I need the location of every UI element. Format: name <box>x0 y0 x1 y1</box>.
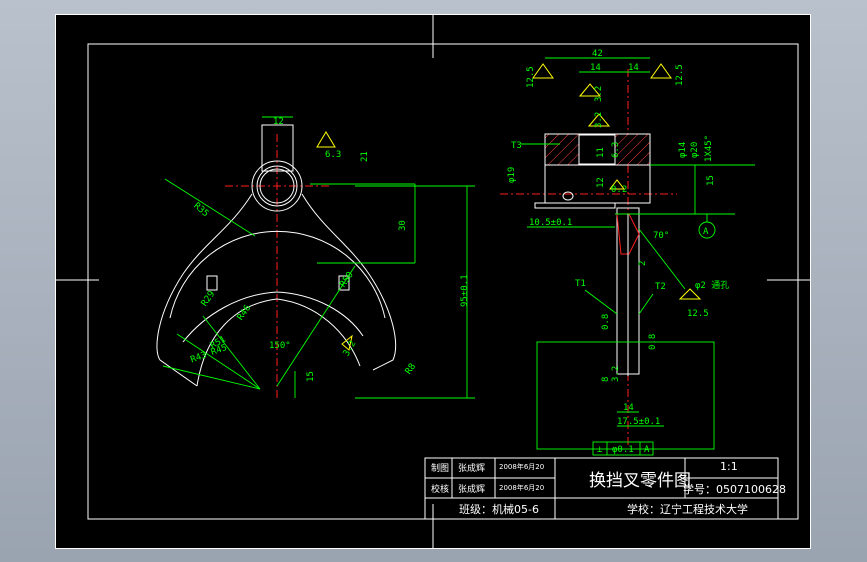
svg-text:10.5±0.1: 10.5±0.1 <box>529 218 572 228</box>
svg-text:R8: R8 <box>404 362 418 377</box>
svg-text:2: 2 <box>638 261 648 266</box>
svg-text:12: 12 <box>273 117 284 127</box>
row1-role: 制图 <box>431 464 450 474</box>
drawing-title: 换挡叉零件图 <box>589 471 691 491</box>
svg-text:21: 21 <box>360 151 370 162</box>
svg-text:T2: T2 <box>655 282 666 292</box>
svg-text:T1: T1 <box>575 279 586 289</box>
svg-text:1X45°: 1X45° <box>704 135 714 162</box>
svg-text:R35: R35 <box>191 201 210 219</box>
svg-text:14: 14 <box>628 63 639 73</box>
student-number: 学号：0507100628 <box>683 483 786 496</box>
svg-text:0.2: 0.2 <box>611 185 627 195</box>
svg-text:150°: 150° <box>269 341 291 351</box>
svg-text:42: 42 <box>592 49 603 59</box>
svg-text:0.8: 0.8 <box>601 314 611 330</box>
svg-text:φ19: φ19 <box>507 167 517 183</box>
row2-role: 校核 <box>431 485 450 495</box>
svg-text:φ2 通孔: φ2 通孔 <box>695 280 729 291</box>
svg-text:A: A <box>703 227 709 237</box>
svg-text:0.8: 0.8 <box>648 334 658 350</box>
svg-text:3.2: 3.2 <box>594 112 604 128</box>
front-view: 12 6.3 21 R35 30 95±0.1 R50 R29 R46 R51 … <box>156 116 475 399</box>
svg-text:6.3: 6.3 <box>325 150 341 160</box>
svg-text:15: 15 <box>306 371 316 382</box>
svg-text:3.2: 3.2 <box>611 366 621 382</box>
svg-text:11: 11 <box>596 147 606 158</box>
inner-frame <box>87 43 799 520</box>
svg-text:12: 12 <box>596 177 606 188</box>
svg-text:3.2: 3.2 <box>594 86 604 102</box>
svg-text:φ0.1: φ0.1 <box>612 445 634 455</box>
svg-text:8: 8 <box>601 377 611 382</box>
svg-text:14: 14 <box>590 63 601 73</box>
svg-text:14: 14 <box>623 403 634 413</box>
side-view: 42 14 14 12.5 12.5 3.2 3.2 T3 11 6.3 φ19… <box>500 49 755 456</box>
cad-viewport: 12 6.3 21 R35 30 95±0.1 R50 R29 R46 R51 … <box>0 0 867 562</box>
class-text: 班级：机械05-6 <box>459 503 539 516</box>
svg-text:12.5: 12.5 <box>526 66 536 88</box>
svg-text:⟂: ⟂ <box>597 445 603 455</box>
svg-text:R29: R29 <box>200 289 218 308</box>
svg-text:6.3: 6.3 <box>611 142 621 158</box>
scale-text: 1:1 <box>720 460 738 473</box>
row1-name: 张成辉 <box>458 464 486 474</box>
row2-date: 2008年6月20 <box>499 484 545 492</box>
row1-date: 2008年6月20 <box>499 463 545 471</box>
svg-text:R50: R50 <box>338 270 356 289</box>
drawing-sheet: 12 6.3 21 R35 30 95±0.1 R50 R29 R46 R51 … <box>55 14 811 549</box>
svg-text:12.5: 12.5 <box>675 64 685 86</box>
svg-text:70°: 70° <box>653 231 669 241</box>
svg-text:T3: T3 <box>511 141 522 151</box>
svg-text:φ14: φ14 <box>678 142 688 158</box>
svg-text:A: A <box>644 445 650 455</box>
svg-text:17.5±0.1: 17.5±0.1 <box>617 417 660 427</box>
svg-text:φ20: φ20 <box>690 142 700 158</box>
svg-text:12.5: 12.5 <box>687 309 709 319</box>
svg-text:15: 15 <box>706 175 716 186</box>
school-text: 学校：辽宁工程技术大学 <box>627 503 748 516</box>
row2-name: 张成辉 <box>458 485 486 495</box>
svg-text:30: 30 <box>398 220 408 231</box>
svg-text:95±0.1: 95±0.1 <box>460 274 470 307</box>
